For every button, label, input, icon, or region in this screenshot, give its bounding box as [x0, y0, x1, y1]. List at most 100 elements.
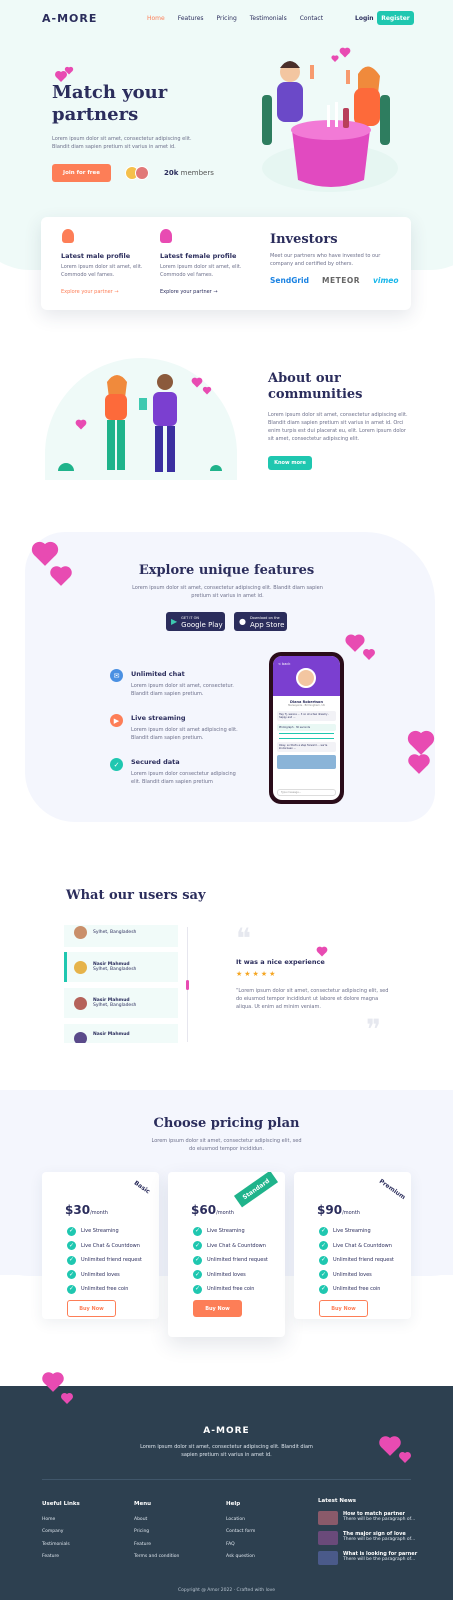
- logo[interactable]: A-MORE: [42, 12, 97, 25]
- nav-home[interactable]: Home: [147, 15, 165, 22]
- plan-price-standard: $60/month: [191, 1199, 234, 1218]
- plan-feature: ✓ Unlimited free coin: [193, 1282, 268, 1297]
- nav-features[interactable]: Features: [178, 15, 204, 22]
- plan-feature: ✓ Unlimited friend request: [67, 1253, 142, 1268]
- plan-price-basic: $30/month: [65, 1199, 108, 1218]
- phone-message: Okay, so that's a step forward ... we're…: [277, 742, 336, 752]
- plan-feature-text: Unlimited free coin: [81, 1286, 129, 1292]
- login-link[interactable]: Login: [355, 15, 374, 22]
- members-count: 20k members: [164, 169, 214, 177]
- news-text: There will be the paragraph of...: [343, 1517, 416, 1522]
- pricing-title: Choose pricing plan: [153, 1116, 300, 1131]
- news-thumbnail: [318, 1511, 338, 1525]
- check-icon: ✓: [319, 1226, 328, 1236]
- news-item[interactable]: How to match partner There will be the pa…: [318, 1511, 428, 1531]
- footer-link-terms[interactable]: Terms and condition: [134, 1551, 179, 1564]
- app-store-big: App Store: [249, 620, 285, 629]
- footer-logo[interactable]: A-MORE: [0, 1426, 453, 1436]
- avatar: [135, 166, 149, 180]
- footer-link-ask[interactable]: Ask question: [226, 1551, 255, 1564]
- quote-title: It was a nice experience: [236, 958, 325, 966]
- footer-link-contact[interactable]: Contact form: [226, 1526, 255, 1539]
- footer-link-company[interactable]: Company: [42, 1526, 80, 1539]
- footer-link-feature[interactable]: Feature: [42, 1551, 80, 1564]
- plan-feature: ✓ Unlimited loves: [319, 1268, 394, 1283]
- plan-feature-list: ✓ Live Streaming ✓ Live Chat & Countdown ✓…: [193, 1224, 268, 1297]
- investors-text: Meet our partners who have invested to o…: [270, 253, 381, 267]
- check-icon: ✓: [319, 1241, 328, 1251]
- google-play-button[interactable]: ▶ GET IT ON Google Play: [166, 612, 225, 631]
- feature-text-chat: Lorem ipsum dolor sit amet, consectetur.…: [131, 683, 234, 697]
- plan-price-premium: $90/month: [317, 1199, 360, 1218]
- app-store-button[interactable]: ● Download on the App Store: [234, 612, 287, 631]
- register-button[interactable]: Register: [377, 11, 414, 25]
- phone-photo: [277, 755, 336, 769]
- check-icon: ✓: [193, 1226, 202, 1236]
- plan-feature-text: Live Streaming: [207, 1228, 245, 1234]
- couple-dining-illustration: [262, 61, 398, 192]
- footer-divider: [42, 1479, 411, 1480]
- testimonial-user-location: Sylhet, Bangladesh: [93, 929, 137, 935]
- buy-now-button-basic[interactable]: Buy Now: [67, 1300, 116, 1317]
- footer-link-testimonials[interactable]: Testimonials: [42, 1539, 80, 1552]
- male-avatar-icon: [62, 229, 74, 243]
- check-icon: ✓: [67, 1255, 76, 1265]
- member-avatars: [125, 166, 151, 180]
- news-item[interactable]: The major sign of love There will be the …: [318, 1531, 428, 1551]
- footer-link-location[interactable]: Location: [226, 1514, 255, 1527]
- testimonial-user-active[interactable]: Nasir Mahmud Sylhet, Bangladesh: [64, 952, 178, 982]
- check-icon: ✓: [193, 1284, 202, 1294]
- testimonials-title: What our users say: [66, 888, 206, 903]
- avatar: [74, 960, 87, 974]
- nav-pricing[interactable]: Pricing: [217, 15, 237, 22]
- testimonial-user[interactable]: Nasir Mahmud Sylhet, Bangladesh: [64, 988, 178, 1018]
- news-item-body: The major sign of love There will be the …: [343, 1531, 415, 1551]
- footer-link-about[interactable]: About: [134, 1514, 179, 1527]
- footer-col-title: Latest News: [318, 1498, 357, 1504]
- join-button[interactable]: Join for free: [52, 164, 111, 182]
- testimonial-user-list: Sylhet, Bangladesh Nasir Mahmud Sylhet, B…: [64, 925, 178, 1043]
- plan-feature-text: Unlimited free coin: [207, 1286, 255, 1292]
- plan-price-unit: /month: [90, 1210, 108, 1216]
- news-item-body: How to match partner There will be the pa…: [343, 1511, 415, 1531]
- testimonial-user-info: Nasir Mahmud Sylhet, Bangladesh: [93, 962, 136, 972]
- copyright: Copyright @ Amor 2022 · Crafted with lov…: [177, 1588, 276, 1593]
- male-explore-link[interactable]: Explore your partner →: [61, 289, 119, 295]
- female-explore-link[interactable]: Explore your partner →: [160, 289, 218, 295]
- live-feature-icon: ▶: [110, 714, 123, 727]
- male-profile-text: Lorem ipsum dolor sit amet, elit. Commod…: [61, 264, 143, 278]
- phone-profile-avatar: [296, 668, 316, 688]
- plan-price-unit: /month: [216, 1210, 234, 1216]
- quote-text: “Lorem ipsum dolor sit amet, consectetur…: [236, 988, 389, 1010]
- footer-link-faq[interactable]: FAQ: [226, 1539, 255, 1552]
- testimonial-user[interactable]: Nasir Mahmud: [64, 1024, 178, 1043]
- plan-feature-text: Live Chat & Countdown: [81, 1242, 140, 1249]
- know-more-button[interactable]: Know more: [268, 456, 312, 470]
- phone-message-input[interactable]: Type message...: [277, 789, 336, 796]
- nav-testimonials[interactable]: Testimonials: [250, 15, 287, 22]
- footer-col-menu: Menu About Pricing Feature Terms and con…: [134, 1498, 179, 1564]
- female-profile-title: Latest female profile: [160, 252, 237, 260]
- plan-price-value: $30: [65, 1203, 91, 1217]
- about-title: About our communities: [268, 371, 363, 402]
- investor-logos: SendGrid METEOR vimeo: [270, 276, 399, 285]
- plan-feature: ✓ Live Chat & Countdown: [67, 1239, 142, 1254]
- check-icon: ✓: [193, 1255, 202, 1265]
- footer-link-pricing[interactable]: Pricing: [134, 1526, 179, 1539]
- features-subtitle: Lorem ipsum dolor sit amet, consectetur …: [132, 585, 323, 599]
- buy-now-button-premium[interactable]: Buy Now: [319, 1300, 368, 1317]
- footer-col-help: Help Location Contact form FAQ Ask quest…: [226, 1498, 255, 1564]
- testimonial-user[interactable]: Sylhet, Bangladesh: [64, 925, 178, 947]
- news-item[interactable]: What is looking for parner There will be …: [318, 1551, 428, 1571]
- page: A-MORE Home Features Pricing Testimonial…: [0, 0, 453, 1600]
- footer-link-feature[interactable]: Feature: [134, 1539, 179, 1552]
- phone-message: Hey Tj, wanna ... 3 on at a few dreamy -…: [277, 711, 336, 721]
- footer-link-home[interactable]: Home: [42, 1514, 80, 1527]
- chat-feature-icon: ✉: [110, 669, 123, 682]
- phone-back-link[interactable]: < back: [278, 662, 290, 666]
- testimonial-scrollbar-thumb[interactable]: [186, 980, 189, 990]
- testimonial-user-name: Nasir Mahmud: [93, 1032, 130, 1037]
- check-icon: ✓: [67, 1241, 76, 1251]
- buy-now-button-standard[interactable]: Buy Now: [193, 1300, 242, 1317]
- nav-contact[interactable]: Contact: [300, 15, 323, 22]
